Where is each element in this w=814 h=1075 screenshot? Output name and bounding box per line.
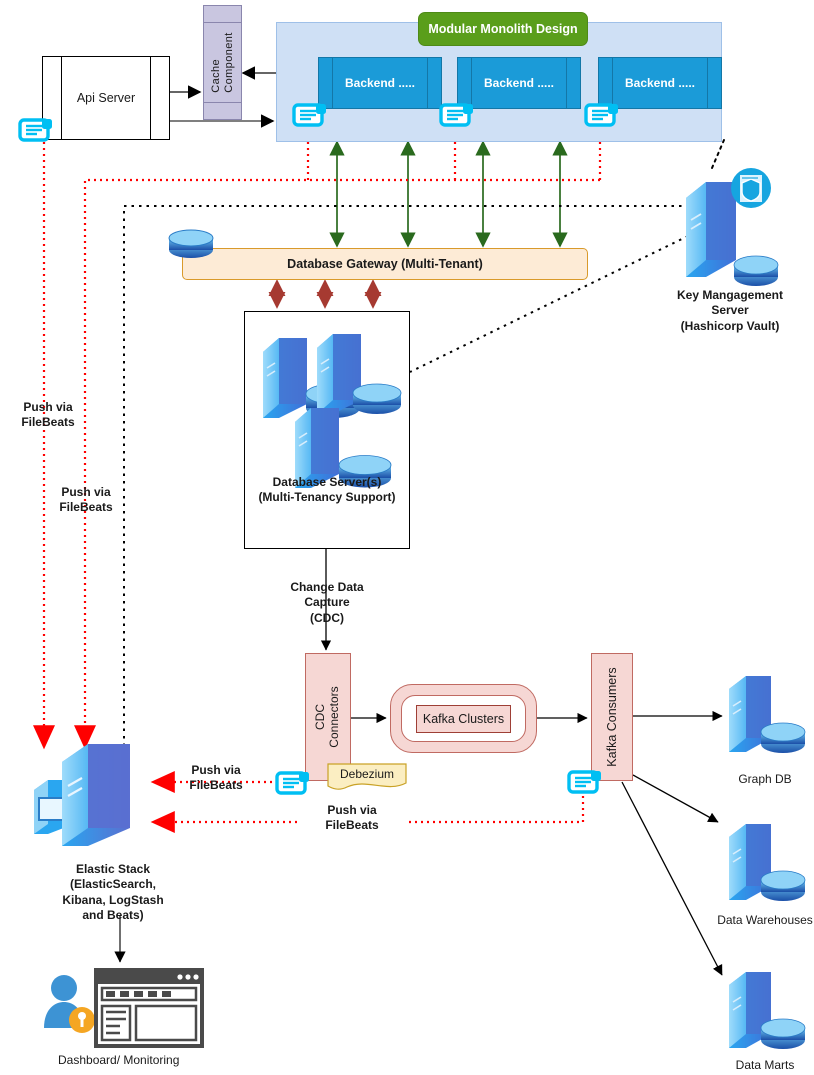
data-warehouses-caption: Data Warehouses	[717, 913, 813, 927]
dashboard-monitoring-caption: Dashboard/ Monitoring	[58, 1053, 180, 1067]
database-servers-node[interactable]: Database Server(s) (Multi-Tenancy Suppor…	[244, 311, 410, 549]
backend-module-3[interactable]: Backend .....	[598, 57, 722, 109]
graph-db-node[interactable]	[725, 672, 807, 758]
data-warehouses-icon	[729, 824, 806, 901]
data-marts-icon	[729, 972, 806, 1049]
database-servers-icon	[263, 334, 402, 488]
elastic-stack-node[interactable]	[28, 736, 148, 856]
cache-component-node[interactable]: Cache Component	[203, 5, 242, 120]
data-marts-caption: Data Marts	[735, 1058, 795, 1072]
change-data-capture-label: Change Data Capture (CDC)	[290, 580, 364, 625]
data-warehouses-node[interactable]	[725, 820, 807, 906]
database-servers-caption: Database Server(s) (Multi-Tenancy Suppor…	[258, 474, 396, 505]
filebeat-icon-backend-3[interactable]	[584, 103, 619, 132]
backend-module-2[interactable]: Backend .....	[457, 57, 581, 109]
data-marts-node[interactable]	[725, 968, 807, 1054]
filebeat-icon-backend-2[interactable]	[439, 103, 474, 132]
kafka-consumers-node[interactable]: Kafka Consumers	[591, 653, 633, 781]
cdc-connectors-label: CDC Connectors	[313, 686, 341, 748]
api-server-node[interactable]: Api Server	[42, 56, 170, 140]
filebeat-icon-backend-1[interactable]	[292, 103, 327, 132]
filebeat-icon-cdc-connectors[interactable]	[275, 771, 310, 800]
arrow-consumers-to-warehouses	[632, 774, 719, 823]
kafka-clusters-node[interactable]: Kafka Clusters	[390, 684, 537, 753]
filebeat-icon-kafka-consumers[interactable]	[567, 770, 602, 799]
modular-monolith-badge: Modular Monolith Design	[418, 12, 588, 46]
dashboard-monitoring-icon	[44, 968, 204, 1048]
kafka-clusters-label: Kafka Clusters	[422, 712, 505, 726]
arrow-consumers-to-marts	[621, 781, 723, 976]
cdc-connectors-node[interactable]: CDC Connectors	[305, 653, 351, 781]
push-label-kafka: Push via FileBeats	[297, 803, 407, 834]
cache-component-label: Cache Component	[209, 32, 235, 93]
database-gateway-label: Database Gateway (Multi-Tenant)	[287, 257, 483, 271]
key-management-server-node[interactable]	[678, 162, 779, 292]
push-label-cdc: Push via FileBeats	[189, 763, 243, 793]
graph-db-icon	[729, 676, 806, 753]
gateway-db-cylinder-icon	[168, 229, 214, 258]
elastic-stack-icon	[34, 744, 130, 846]
api-server-label: Api Server	[76, 91, 136, 105]
kafka-clusters-label-box: Kafka Clusters	[416, 705, 511, 733]
debezium-label: Debezium	[339, 767, 395, 781]
key-management-server-caption: Key Mangagement Server (Hashicorp Vault)	[676, 288, 784, 333]
graph-db-caption: Graph DB	[738, 772, 792, 786]
database-gateway-node[interactable]: Database Gateway (Multi-Tenant)	[182, 248, 588, 280]
backend-module-1[interactable]: Backend .....	[318, 57, 442, 109]
kafka-consumers-label: Kafka Consumers	[605, 667, 619, 767]
debezium-note[interactable]: Debezium	[327, 763, 407, 790]
dashboard-monitoring-node[interactable]	[38, 968, 218, 1050]
backend-module-1-label: Backend .....	[344, 76, 416, 90]
push-label-backend: Push via FileBeats	[59, 485, 113, 515]
push-label-api: Push via FileBeats	[21, 400, 75, 430]
backend-module-3-label: Backend .....	[624, 76, 696, 90]
backend-module-2-label: Backend .....	[483, 76, 555, 90]
elastic-stack-caption: Elastic Stack (ElasticSearch, Kibana, Lo…	[62, 862, 164, 923]
key-management-server-icon	[686, 168, 779, 286]
filebeat-icon-api-server[interactable]	[18, 118, 53, 147]
